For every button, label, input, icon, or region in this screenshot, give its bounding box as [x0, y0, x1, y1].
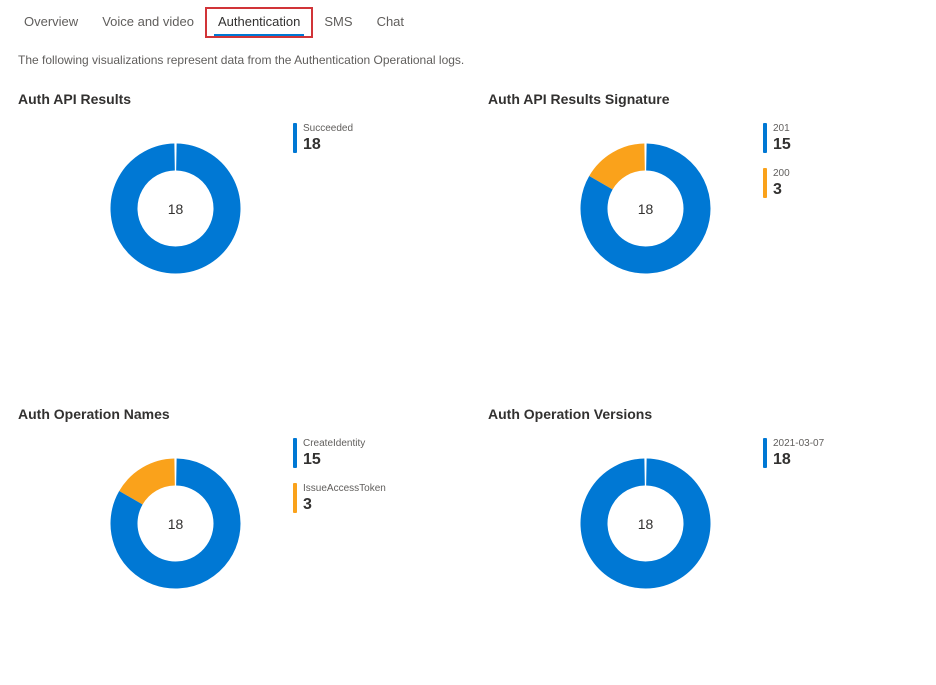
chart-card: Auth API Results Signature 18 20115 2003: [488, 91, 918, 296]
chart-body: 18Succeeded18: [18, 121, 448, 296]
tab-overview[interactable]: Overview: [12, 8, 90, 37]
donut-chart[interactable]: 18: [558, 121, 733, 296]
legend-item[interactable]: IssueAccessToken3: [293, 483, 386, 514]
legend-label: 200: [773, 168, 790, 180]
chart-legend: CreateIdentity15 IssueAccessToken3: [293, 436, 386, 514]
tab-label: Chat: [377, 14, 404, 29]
legend-label: CreateIdentity: [303, 438, 365, 450]
chart-body: 18 20115 2003: [488, 121, 918, 296]
chart-title: Auth Operation Names: [18, 406, 448, 422]
legend-text: CreateIdentity15: [303, 438, 365, 469]
donut-chart[interactable]: 18: [88, 436, 263, 611]
legend-text: 2021-03-0718: [773, 438, 824, 469]
legend-item[interactable]: 20115: [763, 123, 791, 154]
legend-value: 3: [773, 180, 790, 199]
chart-legend: 2021-03-0718: [763, 436, 824, 469]
tab-label: SMS: [324, 14, 352, 29]
chart-title: Auth Operation Versions: [488, 406, 918, 422]
donut-chart[interactable]: 18: [88, 121, 263, 296]
legend-value: 18: [773, 450, 824, 469]
legend-item[interactable]: Succeeded18: [293, 123, 353, 154]
chart-card: Auth Operation Versions182021-03-0718: [488, 406, 918, 611]
legend-text: Succeeded18: [303, 123, 353, 154]
legend-text: 2003: [773, 168, 790, 199]
chart-legend: 20115 2003: [763, 121, 791, 199]
legend-swatch: [763, 123, 767, 153]
chart-title: Auth API Results: [18, 91, 448, 107]
legend-label: 2021-03-07: [773, 438, 824, 450]
legend-swatch: [293, 123, 297, 153]
chart-legend: Succeeded18: [293, 121, 353, 154]
legend-text: 20115: [773, 123, 791, 154]
legend-swatch: [763, 438, 767, 468]
donut-center-value: 18: [638, 516, 654, 532]
legend-value: 15: [303, 450, 365, 469]
legend-value: 18: [303, 135, 353, 154]
legend-swatch: [293, 438, 297, 468]
legend-label: 201: [773, 123, 791, 135]
tabs-bar: Overview Voice and video Authentication SMS…: [0, 0, 936, 37]
tab-chat[interactable]: Chat: [365, 8, 416, 37]
chart-body: 182021-03-0718: [488, 436, 918, 611]
tab-label: Voice and video: [102, 14, 194, 29]
legend-value: 3: [303, 495, 386, 514]
tab-label: Authentication: [218, 14, 300, 29]
donut-center-value: 18: [638, 201, 654, 217]
chart-card: Auth API Results18Succeeded18: [18, 91, 448, 296]
donut-chart[interactable]: 18: [558, 436, 733, 611]
page-description: The following visualizations represent d…: [0, 37, 936, 91]
donut-center-value: 18: [168, 201, 184, 217]
tab-authentication[interactable]: Authentication: [206, 8, 312, 37]
legend-item[interactable]: 2003: [763, 168, 791, 199]
legend-text: IssueAccessToken3: [303, 483, 386, 514]
tab-voice-and-video[interactable]: Voice and video: [90, 8, 206, 37]
legend-value: 15: [773, 135, 791, 154]
legend-item[interactable]: 2021-03-0718: [763, 438, 824, 469]
legend-item[interactable]: CreateIdentity15: [293, 438, 386, 469]
legend-swatch: [763, 168, 767, 198]
legend-label: Succeeded: [303, 123, 353, 135]
charts-grid: Auth API Results18Succeeded18Auth API Re…: [0, 91, 936, 611]
tab-sms[interactable]: SMS: [312, 8, 364, 37]
legend-label: IssueAccessToken: [303, 483, 386, 495]
chart-card: Auth Operation Names 18 CreateIdentity15 Is…: [18, 406, 448, 611]
legend-swatch: [293, 483, 297, 513]
chart-title: Auth API Results Signature: [488, 91, 918, 107]
chart-body: 18 CreateIdentity15 IssueAccessToken3: [18, 436, 448, 611]
donut-center-value: 18: [168, 516, 184, 532]
tab-label: Overview: [24, 14, 78, 29]
